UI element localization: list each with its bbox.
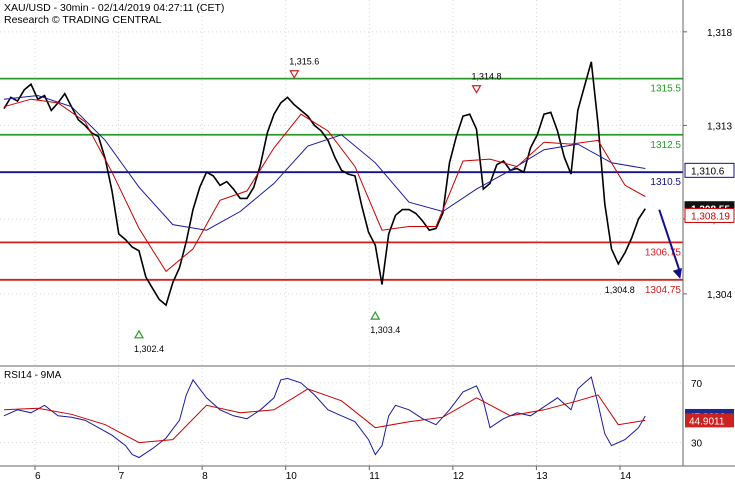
- time-tick-label: 6: [35, 471, 41, 480]
- rsi-badge-label-rsi_ma: 44.9011: [689, 416, 725, 427]
- level-label-1310-5: 1310.5: [650, 177, 681, 188]
- rsi-tick-label: 30: [691, 439, 703, 450]
- price-badge-label-13106: 1,310.6: [691, 166, 725, 177]
- chart-root: 1315.5 1312.5 1310.5 1306.75 1304.75 1,315.6…: [0, 0, 735, 482]
- time-tick-label: 7: [119, 471, 125, 480]
- time-tick-label: 12: [453, 471, 465, 480]
- time-tick-label: 10: [286, 471, 298, 480]
- time-tick-label: 8: [202, 471, 208, 480]
- chart-canvas: 1315.51312.51310.51306.751304.75 1,315.6…: [0, 0, 735, 482]
- time-tick-label: 11: [369, 471, 380, 480]
- rsi-tick-label: 70: [691, 379, 703, 390]
- price-tick-label: 1,304: [707, 290, 732, 301]
- swing-high-label-13156: 1,315.6: [289, 57, 319, 67]
- price-tick-label: 1,318: [707, 28, 732, 39]
- target-label-13048: 1,304.8: [605, 285, 635, 295]
- time-tick-label: 14: [620, 471, 632, 480]
- chart-symbol-header: XAU/USD - 30min - 02/14/2019 04:27:11 (C…: [4, 2, 225, 14]
- level-label-1315-5: 1315.5: [650, 84, 681, 95]
- time-tick-label: 13: [536, 471, 548, 480]
- level-label-1312-5: 1312.5: [650, 140, 681, 151]
- swing-low-label-13024: 1,302.4: [134, 344, 164, 354]
- price-badge-label-130819: 1,308.19: [691, 211, 730, 222]
- chart-source-header: Research © TRADING CENTRAL: [4, 14, 162, 26]
- rsi-panel-title: RSI14 - 9MA: [4, 370, 62, 381]
- swing-low-label-13034: 1,303.4: [370, 325, 400, 335]
- price-tick-label: 1,313: [707, 121, 732, 132]
- swing-high-label-13148: 1,314.8: [471, 72, 501, 82]
- level-label-1304-75: 1304.75: [645, 285, 682, 296]
